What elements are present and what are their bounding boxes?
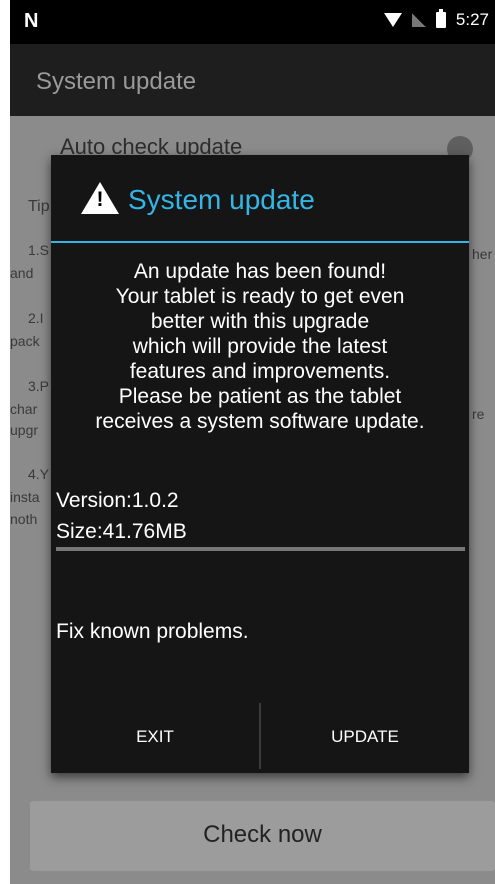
tip-fragment: and <box>10 265 34 281</box>
title-divider <box>51 241 469 243</box>
screen: N 5:27 System update Auto check update T… <box>10 0 495 884</box>
warning-mark: ! <box>96 188 104 211</box>
status-bar: N 5:27 <box>10 0 495 44</box>
info-divider <box>56 547 465 551</box>
tip-fragment: her <box>472 246 493 262</box>
tip-fragment: upgr <box>10 422 39 438</box>
message-line: receives a system software update. <box>95 410 425 433</box>
battery-icon <box>435 9 446 28</box>
exit-label: EXIT <box>136 727 174 746</box>
tip-fragment: 4.Y <box>28 466 50 482</box>
dialog-message: An update has been found! Your tablet is… <box>51 259 469 434</box>
message-line: An update has been found! <box>133 260 387 283</box>
app-title: System update <box>36 68 197 95</box>
tip-fragment: Tip <box>28 198 50 215</box>
message-line: Your tablet is ready to get even <box>115 285 405 308</box>
tip-fragment: 2.I <box>28 310 44 326</box>
check-now-button[interactable]: Check now <box>30 801 495 871</box>
update-label: UPDATE <box>331 727 399 746</box>
tip-fragment: char <box>10 401 38 417</box>
dialog-title: System update <box>128 184 315 215</box>
status-icons: 5:27 <box>383 9 489 30</box>
clock: 5:27 <box>455 10 489 29</box>
update-button[interactable]: UPDATE <box>261 703 469 771</box>
wifi-icon <box>383 13 402 27</box>
tip-fragment: insta <box>10 489 40 505</box>
tip-fragment: 3.P <box>28 378 50 394</box>
exit-button[interactable]: EXIT <box>51 703 259 771</box>
no-signal-icon <box>411 13 426 27</box>
version-text: Version:1.0.2 <box>56 489 179 512</box>
message-line: Please be patient as the tablet <box>118 385 402 408</box>
size-text: Size:41.76MB <box>56 520 187 543</box>
update-dialog: ! System update An update has been found… <box>51 155 469 773</box>
tip-fragment: noth <box>10 511 38 527</box>
message-line: which will provide the latest <box>132 335 388 358</box>
release-notes: Fix known problems. <box>56 620 249 643</box>
notification-n-icon: N <box>24 10 39 32</box>
message-line: better with this upgrade <box>150 310 370 333</box>
message-line: features and improvements. <box>129 360 391 383</box>
tip-fragment: 1.S <box>28 242 50 258</box>
dialog-header: ! System update <box>51 155 469 241</box>
check-now-label: Check now <box>203 821 322 848</box>
tip-fragment: pack <box>10 333 40 349</box>
app-bar: System update <box>10 44 495 116</box>
tip-fragment: re <box>472 406 485 422</box>
